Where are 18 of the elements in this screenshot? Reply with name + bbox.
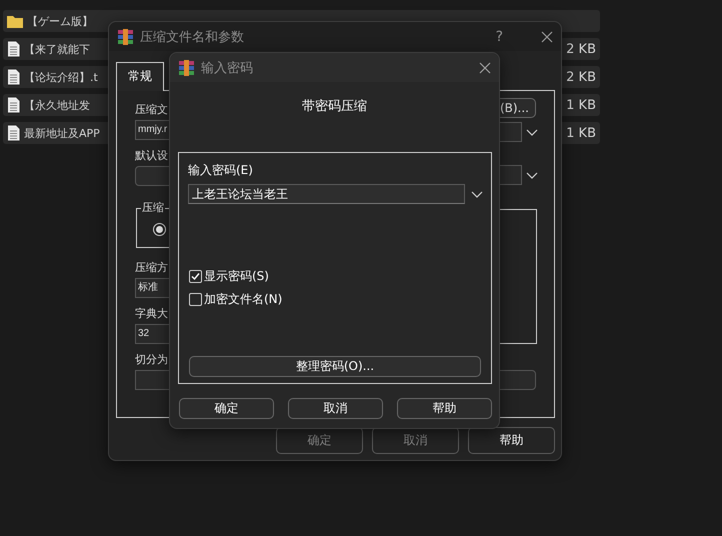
file-name: 最新地址及APP (24, 126, 100, 140)
file-name: 【来了就能下 (24, 42, 90, 56)
field-label: 默认设 (135, 148, 169, 164)
dialog-heading: 带密码压缩 (301, 98, 368, 115)
file-size: 2 KB (566, 42, 596, 56)
file-size: 1 KB (566, 98, 596, 112)
window-title: 输入密码 (201, 60, 253, 76)
field-label: 切分为 (135, 352, 169, 368)
field-label: 压缩方 (135, 260, 169, 276)
field-label: 字典大 (135, 306, 169, 322)
group-label: 压缩 (141, 200, 165, 215)
field-label: 输入密码(E) (188, 162, 254, 179)
field-label: 压缩文 (135, 102, 169, 118)
file-size: 1 KB (566, 126, 596, 140)
file-name: 【ゲーム版】 (27, 14, 93, 28)
file-size: 2 KB (566, 70, 596, 84)
file-name: 【永久地址发 (24, 98, 90, 112)
file-name: 【论坛介绍】.t (24, 70, 98, 84)
